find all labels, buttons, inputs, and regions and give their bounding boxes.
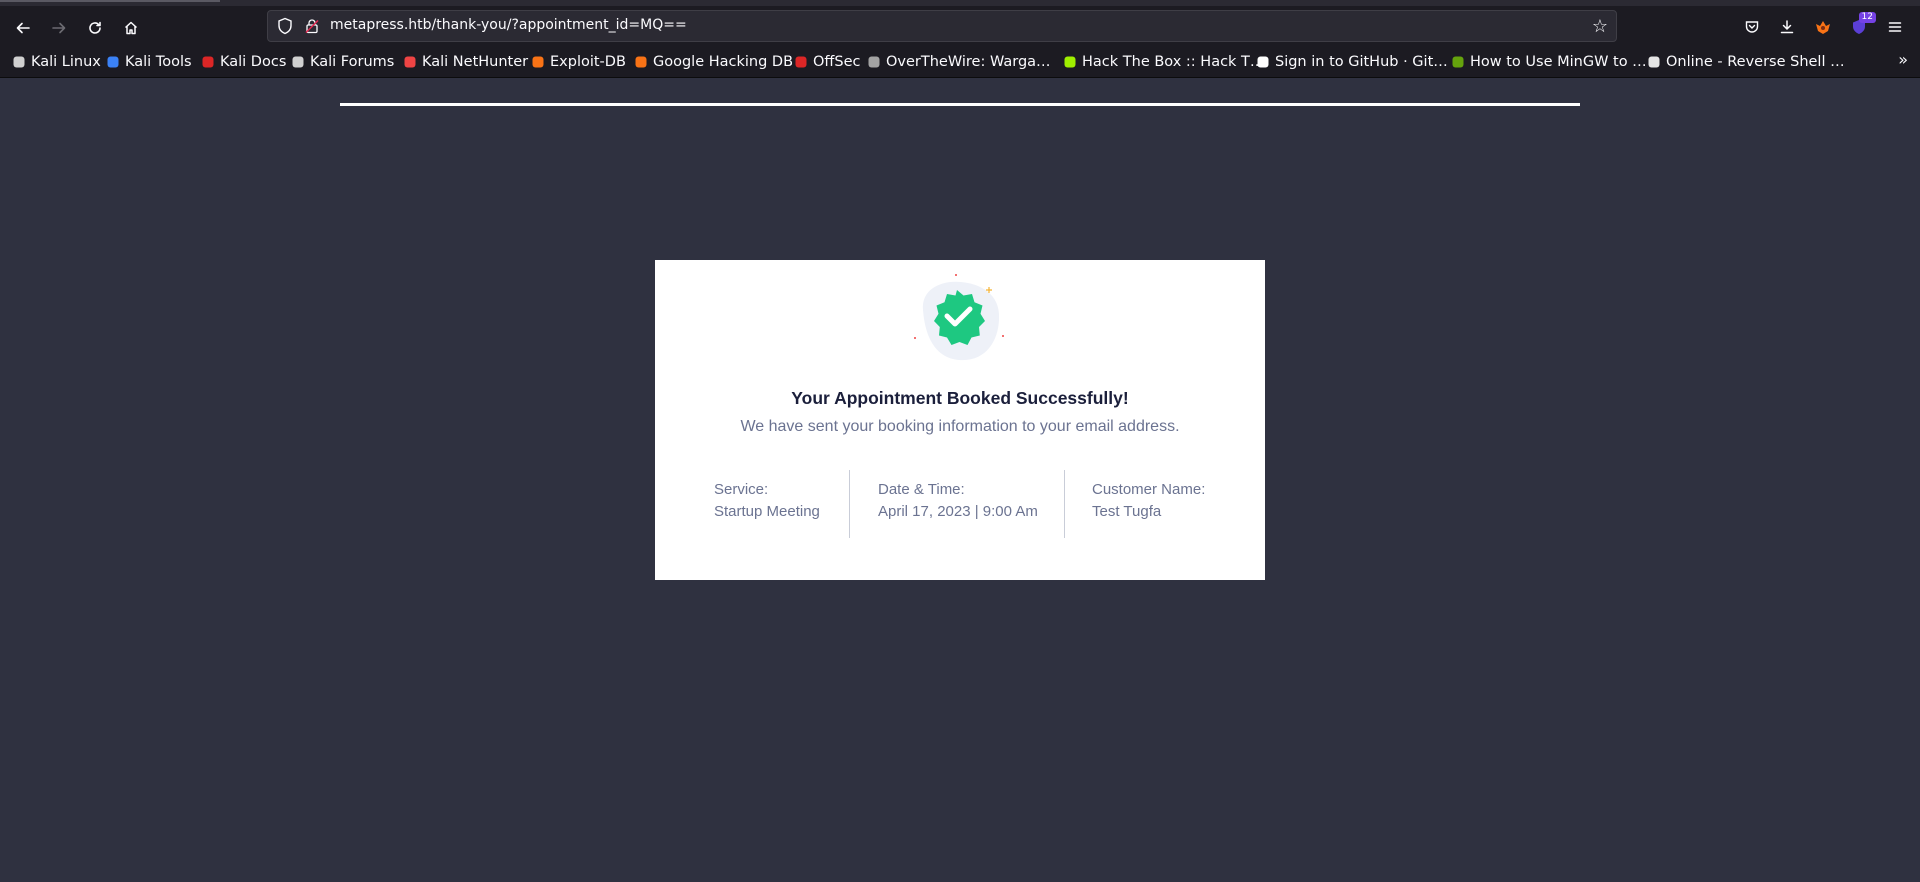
extension-count-badge: 12 xyxy=(1858,12,1876,23)
bookmark-item[interactable]: Sign in to GitHub · Git… xyxy=(1256,50,1448,74)
booking-confirmation-card: Your Appointment Booked Successfully! We… xyxy=(655,260,1265,580)
home-button[interactable] xyxy=(117,14,145,42)
hackthebox-icon xyxy=(1063,55,1077,69)
tracking-protection-shield-icon[interactable] xyxy=(276,17,294,35)
detail-divider xyxy=(849,470,850,538)
foxyproxy-button[interactable] xyxy=(1812,16,1834,38)
overthewire-icon xyxy=(867,55,881,69)
ghdb-icon xyxy=(634,55,648,69)
service-value: Startup Meeting xyxy=(714,503,820,520)
bookmark-label: Kali Forums xyxy=(310,54,395,70)
datetime-value: April 17, 2023 | 9:00 Am xyxy=(878,503,1038,520)
arrow-right-icon xyxy=(52,22,66,34)
kali-tools-icon xyxy=(106,55,120,69)
bookmark-item[interactable]: OverTheWire: Warga… xyxy=(867,50,1051,74)
chrome-divider xyxy=(0,77,1920,78)
customer-label: Customer Name: xyxy=(1092,481,1206,498)
downloads-button[interactable] xyxy=(1776,16,1798,38)
bookmark-item[interactable]: OffSec xyxy=(794,50,861,74)
bookmark-item[interactable]: Kali Tools xyxy=(106,50,192,74)
service-label: Service: xyxy=(714,481,769,498)
bookmark-item[interactable]: Online - Reverse Shell … xyxy=(1647,50,1845,74)
skull-icon xyxy=(1647,55,1661,69)
bookmarks-overflow-chevron-icon[interactable]: » xyxy=(1898,50,1908,69)
home-icon xyxy=(124,21,138,35)
mingw-icon xyxy=(1451,55,1465,69)
bookmark-item[interactable]: How to Use MinGW to … xyxy=(1451,50,1647,74)
kali-docs-icon xyxy=(201,55,215,69)
bookmarks-toolbar: Kali Linux Kali Tools Kali Docs Kali Forums… xyxy=(0,48,1920,76)
bookmark-item[interactable]: Kali NetHunter xyxy=(403,50,528,74)
navigation-toolbar: metapress.htb/thank-you/?appointment_id=… xyxy=(0,6,1920,46)
success-check-badge-icon xyxy=(914,274,1004,361)
app-menu-button[interactable] xyxy=(1884,16,1906,38)
bookmark-item[interactable]: Hack The Box :: Hack T… xyxy=(1063,50,1264,74)
bookmark-label: Kali Tools xyxy=(125,54,192,70)
extension-button[interactable]: 12 xyxy=(1848,12,1876,38)
pocket-icon xyxy=(1745,21,1759,33)
customer-value: Test Tugfa xyxy=(1092,503,1162,520)
bookmark-label: OffSec xyxy=(813,54,861,70)
nethunter-icon xyxy=(403,55,417,69)
bookmark-label: Kali Linux xyxy=(31,54,101,70)
github-icon xyxy=(1256,55,1270,69)
bookmark-label: Hack The Box :: Hack T… xyxy=(1082,54,1265,70)
bookmark-label: Online - Reverse Shell … xyxy=(1666,54,1845,70)
bookmark-label: How to Use MinGW to … xyxy=(1470,54,1647,70)
kali-forums-icon xyxy=(291,55,305,69)
booking-details: Service: Startup Meeting Date & Time: Ap… xyxy=(655,470,1265,538)
download-icon xyxy=(1780,20,1794,34)
bookmark-label: Exploit-DB xyxy=(550,54,626,70)
confirmation-subtitle: We have sent your booking information to… xyxy=(740,418,1180,435)
bookmark-label: OverTheWire: Warga… xyxy=(886,54,1051,70)
bookmark-item[interactable]: Kali Forums xyxy=(291,50,394,74)
bookmark-label: Kali NetHunter xyxy=(422,54,529,70)
bookmark-item[interactable]: Exploit-DB xyxy=(531,50,626,74)
bookmark-item[interactable]: Kali Docs xyxy=(201,50,286,74)
offsec-icon xyxy=(794,55,808,69)
detail-divider xyxy=(1064,470,1065,538)
bookmark-label: Sign in to GitHub · Git… xyxy=(1275,54,1448,70)
reload-icon xyxy=(89,21,101,34)
header-rule xyxy=(340,103,1580,106)
pocket-button[interactable] xyxy=(1741,16,1763,38)
bookmark-label: Kali Docs xyxy=(220,54,287,70)
datetime-label: Date & Time: xyxy=(878,481,965,498)
reload-button[interactable] xyxy=(81,14,109,42)
insecure-lock-icon[interactable] xyxy=(304,18,320,34)
back-button[interactable] xyxy=(9,14,37,42)
bookmark-item[interactable]: Google Hacking DB xyxy=(634,50,793,74)
arrow-left-icon xyxy=(16,22,30,34)
url-bar[interactable]: metapress.htb/thank-you/?appointment_id=… xyxy=(267,10,1617,42)
confirmation-title: Your Appointment Booked Successfully! xyxy=(791,388,1129,408)
bookmark-star-icon[interactable]: ☆ xyxy=(1592,16,1608,37)
kali-dragon-icon xyxy=(12,55,26,69)
forward-button[interactable] xyxy=(45,14,73,42)
fox-extension-icon xyxy=(1816,21,1830,34)
bookmark-label: Google Hacking DB xyxy=(653,54,794,70)
exploit-db-icon xyxy=(531,55,545,69)
browser-chrome: metapress.htb/thank-you/?appointment_id=… xyxy=(0,0,1920,77)
hamburger-menu-icon xyxy=(1888,22,1902,32)
bookmark-item[interactable]: Kali Linux xyxy=(12,50,101,74)
url-text[interactable]: metapress.htb/thank-you/?appointment_id=… xyxy=(330,17,687,33)
active-tab-indicator[interactable] xyxy=(0,0,220,2)
